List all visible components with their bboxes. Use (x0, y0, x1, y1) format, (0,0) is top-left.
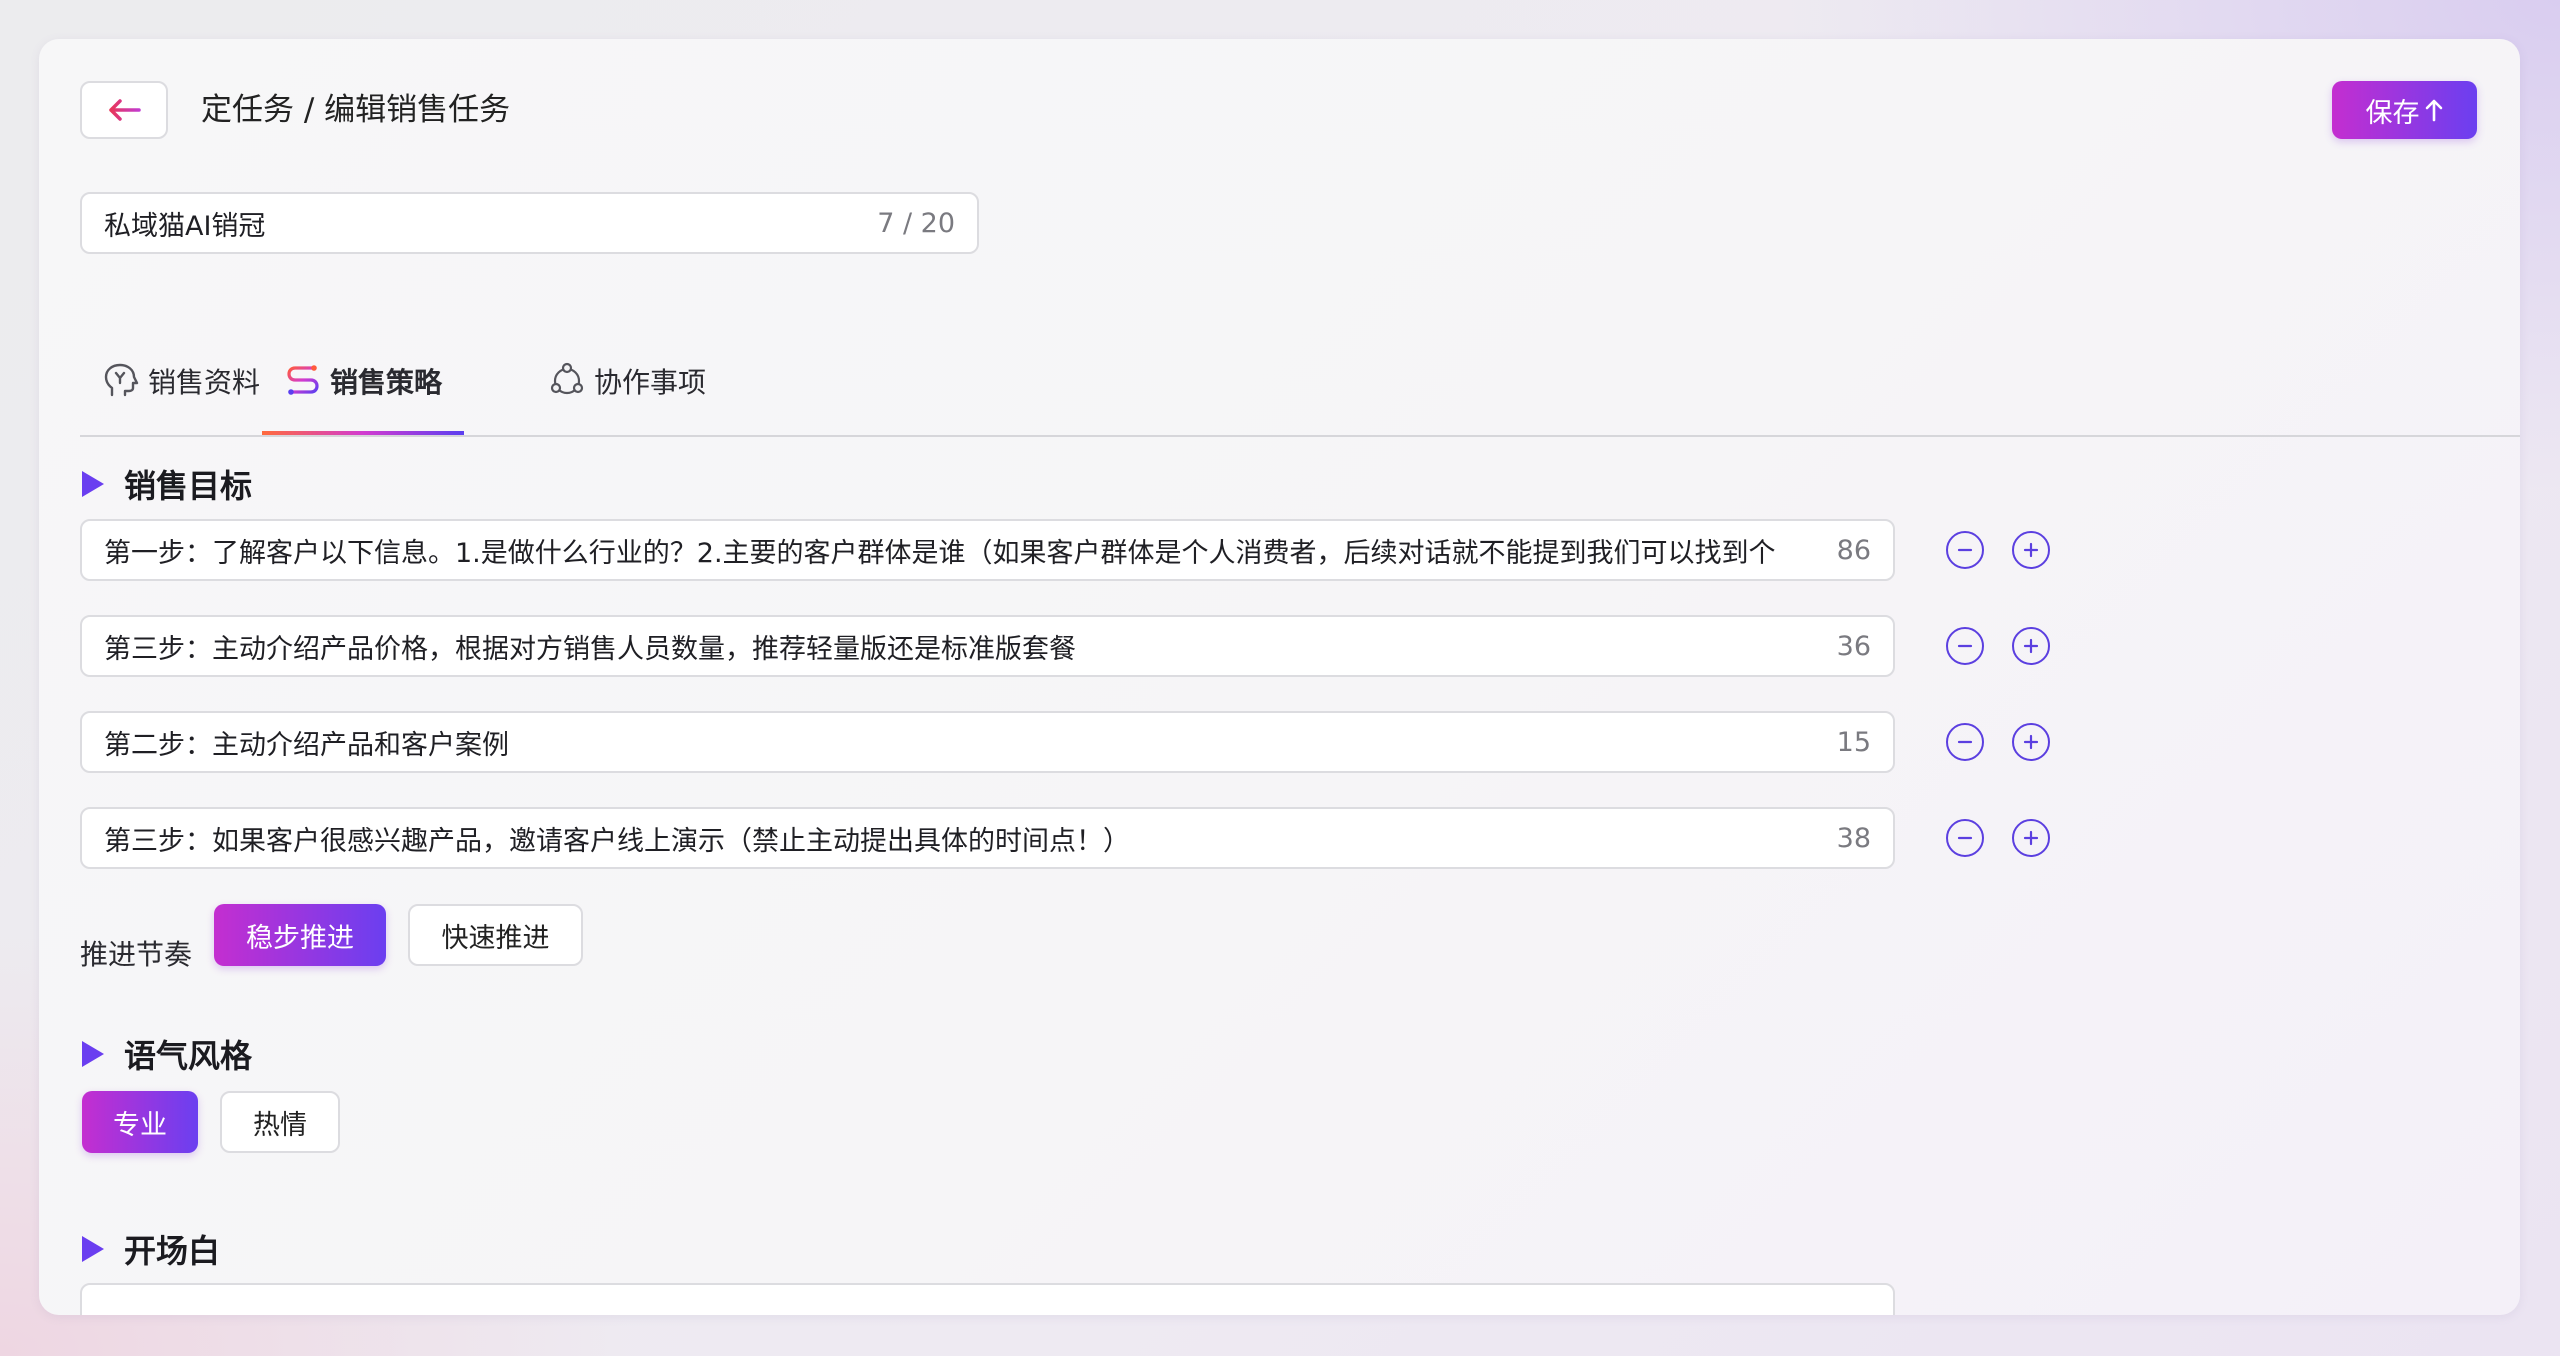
goal-step-row: 第二步：主动介绍产品和客户案例 15 (80, 711, 1895, 773)
tab-bar: 销售资料 销售策略 协作事项 (80, 329, 2520, 437)
section-triangle-icon (82, 1236, 104, 1262)
goal-step-char-count: 15 (1836, 726, 1871, 758)
tone-option-professional[interactable]: 专业 (82, 1091, 198, 1153)
breadcrumb: 定任务 / 编辑销售任务 (201, 92, 511, 128)
strategy-path-icon (287, 365, 319, 395)
pace-option-steady[interactable]: 稳步推进 (214, 904, 386, 966)
minus-icon (1957, 836, 1973, 840)
add-step-button[interactable] (2012, 723, 2050, 761)
minus-icon (1957, 644, 1973, 648)
task-name-input[interactable]: 私域猫AI销冠 7 / 20 (80, 192, 979, 254)
section-triangle-icon (82, 1041, 104, 1067)
add-step-button[interactable] (2012, 531, 2050, 569)
goal-step-char-count: 36 (1836, 630, 1871, 662)
save-button[interactable]: 保存 (2332, 81, 2477, 139)
add-step-button[interactable] (2012, 627, 2050, 665)
tab-label: 销售资料 (148, 366, 261, 399)
tone-option-enthusiastic[interactable]: 热情 (220, 1091, 340, 1153)
section-triangle-icon (82, 471, 104, 497)
active-tab-indicator (262, 431, 465, 435)
section-title: 语气风格 (124, 1037, 253, 1075)
goal-step-row: 第三步：主动介绍产品价格，根据对方销售人员数量，推荐轻量版还是标准版套餐 36 (80, 615, 1895, 677)
main-panel: 定任务 / 编辑销售任务 保存 私域猫AI销冠 7 / 20 销售资料 销售策略… (39, 39, 2520, 1315)
opening-input[interactable] (80, 1283, 1895, 1315)
remove-step-button[interactable] (1946, 723, 1984, 761)
goal-step-text: 第三步：如果客户很感兴趣产品，邀请客户线上演示（禁止主动提出具体的时间点！） (104, 825, 1130, 857)
goal-step-char-count: 38 (1836, 822, 1871, 854)
goal-step-row: 第一步：了解客户以下信息。1.是做什么行业的？2.主要的客户群体是谁（如果客户群… (80, 519, 1895, 581)
goal-step-row: 第三步：如果客户很感兴趣产品，邀请客户线上演示（禁止主动提出具体的时间点！） 3… (80, 807, 1895, 869)
collaboration-nodes-icon (550, 362, 584, 395)
tab-collaboration[interactable]: 协作事项 (548, 329, 706, 433)
task-name-value: 私域猫AI销冠 (104, 210, 266, 242)
tab-sales-strategy[interactable]: 销售策略 (262, 329, 465, 435)
goal-step-char-count: 86 (1836, 534, 1871, 566)
save-button-label: 保存 (2365, 97, 2420, 129)
section-tone: 语气风格 (82, 1031, 252, 1077)
task-name-char-count: 7 / 20 (877, 207, 955, 239)
arrow-up-icon (2425, 99, 2442, 122)
section-sales-goal: 销售目标 (82, 461, 252, 507)
minus-icon (1957, 548, 1973, 552)
goal-step-text: 第三步：主动介绍产品价格，根据对方销售人员数量，推荐轻量版还是标准版套餐 (104, 633, 1076, 665)
tab-label: 协作事项 (594, 366, 707, 399)
goal-step-input[interactable]: 第三步：如果客户很感兴趣产品，邀请客户线上演示（禁止主动提出具体的时间点！） 3… (80, 807, 1895, 869)
goal-step-text: 第一步：了解客户以下信息。1.是做什么行业的？2.主要的客户群体是谁（如果客户群… (104, 537, 1776, 569)
goal-step-text: 第二步：主动介绍产品和客户案例 (104, 729, 509, 761)
remove-step-button[interactable] (1946, 531, 1984, 569)
goal-step-input[interactable]: 第一步：了解客户以下信息。1.是做什么行业的？2.主要的客户群体是谁（如果客户群… (80, 519, 1895, 581)
head-bulb-icon (104, 363, 139, 397)
remove-step-button[interactable] (1946, 627, 1984, 665)
section-opening: 开场白 (82, 1226, 220, 1272)
arrow-left-icon (109, 99, 141, 121)
section-title: 开场白 (124, 1232, 221, 1270)
plus-icon (2023, 734, 2039, 750)
tab-label: 销售策略 (330, 366, 443, 399)
plus-icon (2023, 638, 2039, 654)
tab-sales-materials[interactable]: 销售资料 (102, 329, 260, 433)
pace-option-fast[interactable]: 快速推进 (408, 904, 583, 966)
minus-icon (1957, 740, 1973, 744)
goal-step-input[interactable]: 第二步：主动介绍产品和客户案例 15 (80, 711, 1895, 773)
remove-step-button[interactable] (1946, 819, 1984, 857)
pace-label: 推进节奏 (80, 938, 193, 971)
add-step-button[interactable] (2012, 819, 2050, 857)
plus-icon (2023, 830, 2039, 846)
plus-icon (2023, 542, 2039, 558)
back-button[interactable] (80, 81, 168, 139)
section-title: 销售目标 (124, 467, 253, 505)
goal-step-input[interactable]: 第三步：主动介绍产品价格，根据对方销售人员数量，推荐轻量版还是标准版套餐 36 (80, 615, 1895, 677)
